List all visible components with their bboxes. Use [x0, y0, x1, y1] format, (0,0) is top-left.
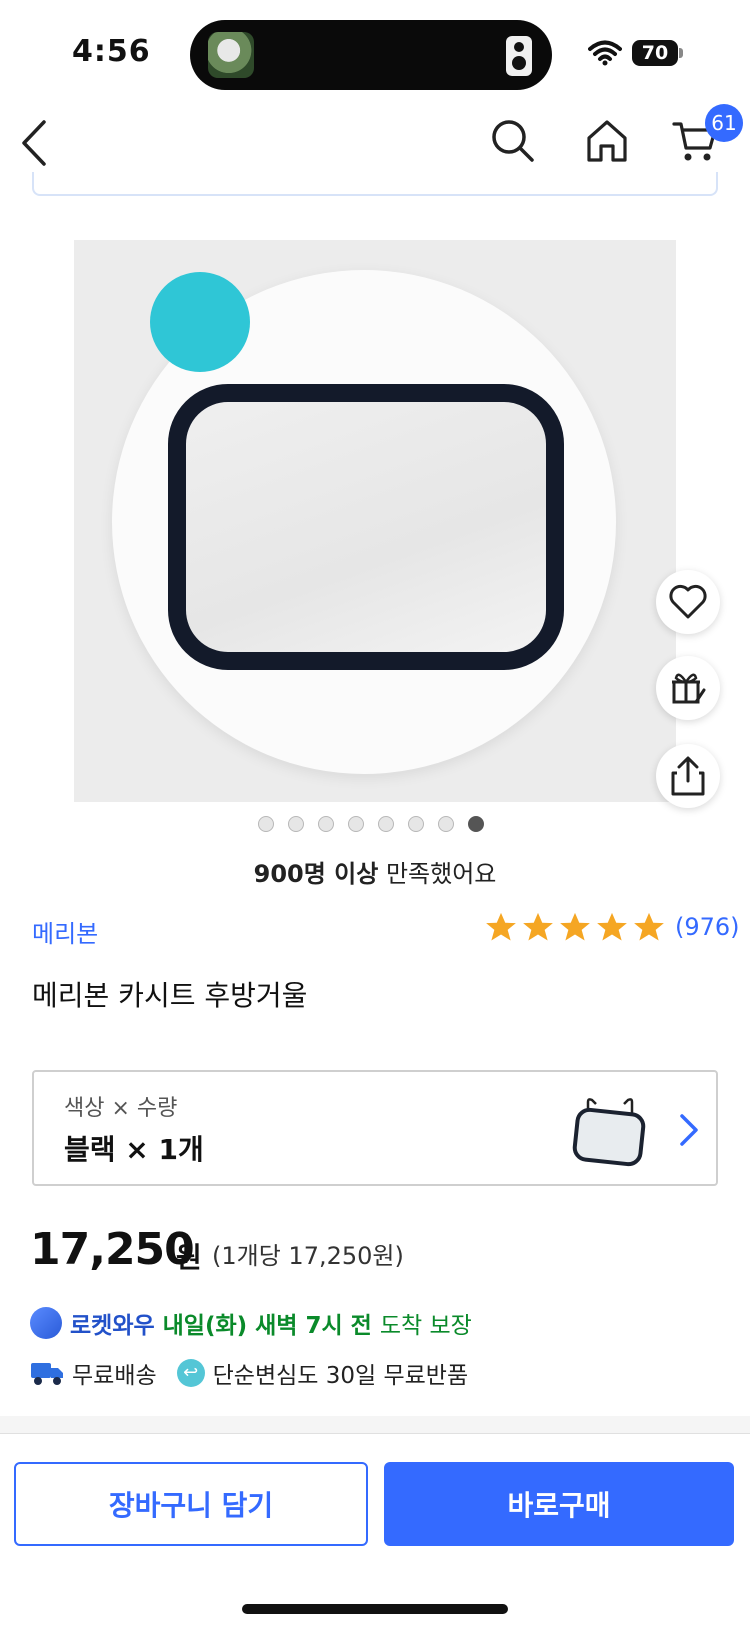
image-pagination — [258, 816, 484, 832]
like-button[interactable] — [656, 570, 720, 634]
pagination-dot[interactable] — [348, 816, 364, 832]
bottom-action-bar: 장바구니 담기 바로구매 — [0, 1434, 750, 1626]
option-selector[interactable]: 색상 × 수량 블랙 × 1개 — [32, 1070, 718, 1186]
pagination-dot[interactable] — [438, 816, 454, 832]
return-policy-label: 단순변심도 30일 무료반품 — [212, 1363, 469, 1389]
cart-count-badge[interactable]: 61 — [705, 104, 743, 142]
battery-tip — [679, 48, 683, 58]
rating-summary[interactable]: (976) — [484, 910, 740, 944]
star-icon — [523, 912, 553, 941]
return-icon: ↩ — [176, 1359, 205, 1387]
gift-button[interactable] — [656, 656, 720, 720]
buy-now-button[interactable]: 바로구매 — [384, 1462, 734, 1546]
status-time: 4:56 — [72, 34, 151, 69]
share-icon — [671, 756, 705, 796]
search-icon[interactable] — [490, 118, 536, 164]
rocket-icon — [30, 1307, 62, 1339]
product-image[interactable] — [74, 240, 676, 802]
option-value: 블랙 × 1개 — [64, 1133, 204, 1166]
mirror-product — [168, 384, 564, 670]
star-icon — [597, 912, 627, 941]
heart-icon — [669, 584, 707, 619]
shipping-benefits: 무료배송 ↩ 단순변심도 30일 무료반품 — [30, 1356, 468, 1390]
color-dot — [150, 272, 250, 372]
wifi-icon — [588, 40, 622, 66]
truck-icon — [31, 1363, 63, 1385]
add-to-cart-button[interactable]: 장바구니 담기 — [14, 1462, 368, 1546]
home-icon[interactable] — [584, 118, 630, 164]
pagination-dot[interactable] — [258, 816, 274, 832]
battery-indicator: 70 — [632, 40, 678, 66]
arrival-time: 내일(화) 새벽 7시 전 — [162, 1313, 372, 1339]
pagination-dot[interactable] — [288, 816, 304, 832]
satisfaction-text: 900명 이상 만족했어요 — [0, 854, 750, 889]
pagination-dot[interactable] — [378, 816, 394, 832]
option-thumbnail — [572, 1098, 646, 1167]
dynamic-island — [190, 20, 552, 90]
unit-price: (1개당 17,250원) — [212, 1242, 404, 1270]
star-icon — [486, 912, 516, 941]
price-currency: 원 — [176, 1241, 202, 1274]
delivery-info: 로켓와우 내일(화) 새벽 7시 전 도착 보장 — [30, 1306, 472, 1340]
review-count[interactable]: (976) — [675, 913, 740, 941]
collapsed-banner-edge — [32, 172, 718, 196]
chevron-right-icon — [680, 1114, 698, 1146]
product-title: 메리본 카시트 후방거울 — [32, 979, 308, 1012]
free-shipping-label: 무료배송 — [72, 1363, 157, 1389]
back-icon[interactable] — [16, 118, 56, 168]
speaker-icon — [506, 36, 532, 76]
star-icon — [560, 912, 590, 941]
section-divider — [0, 1416, 750, 1434]
satisfaction-count: 900명 이상 — [253, 860, 379, 888]
satisfaction-suffix: 만족했어요 — [378, 860, 497, 888]
gift-rocket-icon — [672, 673, 706, 704]
sale-price: 17,250 — [30, 1224, 195, 1275]
now-playing-thumbnail — [208, 32, 254, 78]
pagination-dot[interactable] — [408, 816, 424, 832]
rocket-wow-label: 로켓와우 — [70, 1313, 155, 1339]
home-indicator[interactable] — [242, 1604, 508, 1614]
brand-link[interactable]: 메리본 — [32, 914, 98, 949]
pagination-dot-active[interactable] — [468, 816, 484, 832]
pagination-dot[interactable] — [318, 816, 334, 832]
option-label: 색상 × 수량 — [64, 1096, 178, 1121]
star-icon — [634, 912, 664, 941]
arrival-guarantee: 도착 보장 — [379, 1313, 472, 1339]
share-button[interactable] — [656, 744, 720, 808]
